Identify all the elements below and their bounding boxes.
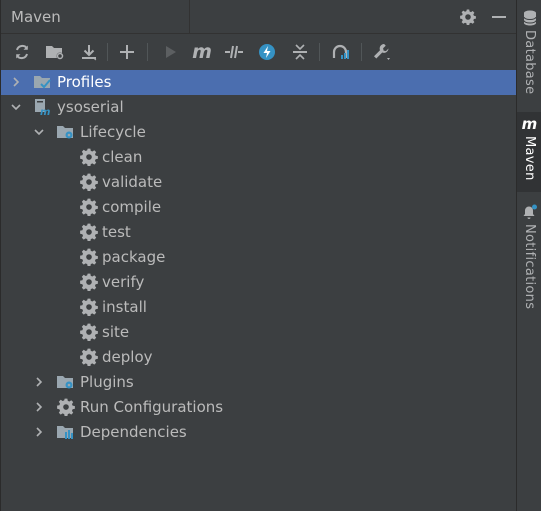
gear-icon [80,298,98,316]
tree-label-goal: clean [102,148,143,166]
tree-node-goal[interactable]: validate [1,170,516,195]
tree-label-goal: compile [102,198,162,216]
tab-notifications[interactable]: Notifications [517,204,541,314]
tree-node-goal[interactable]: site [1,320,516,345]
maven-goal-icon[interactable]: m [190,40,214,64]
chevron-right-icon[interactable] [33,426,45,438]
tree-node-run-configurations[interactable]: Run Configurations [1,395,516,420]
tree-node-goal[interactable]: test [1,220,516,245]
chevron-right-icon[interactable] [33,401,45,413]
dependencies-folder-icon [57,426,73,439]
tab-label-notifications: Notifications [522,224,537,310]
toggle-offline-icon[interactable] [222,40,246,64]
profiles-folder-icon [34,76,51,89]
gear-icon [57,398,75,416]
collapse-all-icon[interactable] [288,40,312,64]
gear-icon [80,148,98,166]
plus-icon[interactable] [115,40,139,64]
right-tool-window-bar: Database m Maven Notifications [516,0,541,511]
maven-project-icon: m [35,99,50,116]
maven-icon: m [521,115,538,133]
gear-icon [80,198,98,216]
tree-label-dependencies: Dependencies [80,423,187,441]
tree-label-goal: site [102,323,130,341]
tool-window-header: Maven [1,0,516,34]
tool-window-title: Maven [11,8,61,26]
reload-icon[interactable] [10,40,34,64]
tree-label-lifecycle: Lifecycle [80,123,146,141]
tree-label-goal: verify [102,273,145,291]
tree-label-goal: deploy [102,348,153,366]
tree-node-plugins[interactable]: Plugins [1,370,516,395]
chevron-right-icon[interactable] [33,376,45,388]
tree-node-goal[interactable]: package [1,245,516,270]
gear-icon [80,248,98,266]
database-icon [523,10,536,26]
gear-icon [80,273,98,291]
tree-node-profiles[interactable]: Profiles [1,70,516,95]
tree-node-goal[interactable]: deploy [1,345,516,370]
tree-label-goal: test [102,223,131,241]
tree-label-goal: install [102,298,147,316]
chevron-down-icon[interactable] [10,101,22,113]
toolbar-separator [107,43,108,61]
run-icon[interactable] [158,40,182,64]
skip-tests-icon[interactable] [255,40,279,64]
gear-icon [80,173,98,191]
tree-node-project[interactable]: m ysoserial [1,95,516,120]
tab-label-maven: Maven [522,136,537,181]
svg-text:m: m [40,107,50,116]
tree-label-project: ysoserial [57,98,124,116]
tree-label-profiles: Profiles [57,73,112,91]
tree-label-goal: package [102,248,166,266]
tree-node-lifecycle[interactable]: Lifecycle [1,120,516,145]
gear-icon[interactable] [458,7,478,27]
header-divider [189,0,190,34]
tree-node-goal[interactable]: install [1,295,516,320]
settings-wrench-icon[interactable] [370,40,394,64]
minimize-icon[interactable] [489,7,509,27]
toolbar-separator [147,43,148,61]
maven-tool-window: Maven m Profiles m ysoserial Lifecycle c… [0,0,516,511]
lifecycle-folder-icon [57,126,73,139]
maven-toolbar: m [1,35,516,69]
toolbar-separator [319,43,320,61]
tree-label-plugins: Plugins [80,373,134,391]
plugins-folder-icon [57,376,73,389]
tree-label-goal: validate [102,173,163,191]
tree-label-run-configurations: Run Configurations [80,398,224,416]
gear-icon [80,348,98,366]
tree-node-goal[interactable]: verify [1,270,516,295]
tree-node-goal[interactable]: clean [1,145,516,170]
gear-icon [80,323,98,341]
tab-database[interactable]: Database [517,10,541,96]
notification-bell-icon [523,204,537,219]
chevron-right-icon[interactable] [10,76,22,88]
add-maven-project-icon[interactable] [43,40,67,64]
tab-maven[interactable]: m Maven [517,112,541,192]
chevron-down-icon[interactable] [33,126,45,138]
gear-icon [80,223,98,241]
tab-label-database: Database [522,30,537,95]
toolbar-separator [361,43,362,61]
tree-node-goal[interactable]: compile [1,195,516,220]
tree-node-dependencies[interactable]: Dependencies [1,420,516,445]
download-icon[interactable] [77,40,101,64]
analyze-dependencies-icon[interactable] [329,40,353,64]
